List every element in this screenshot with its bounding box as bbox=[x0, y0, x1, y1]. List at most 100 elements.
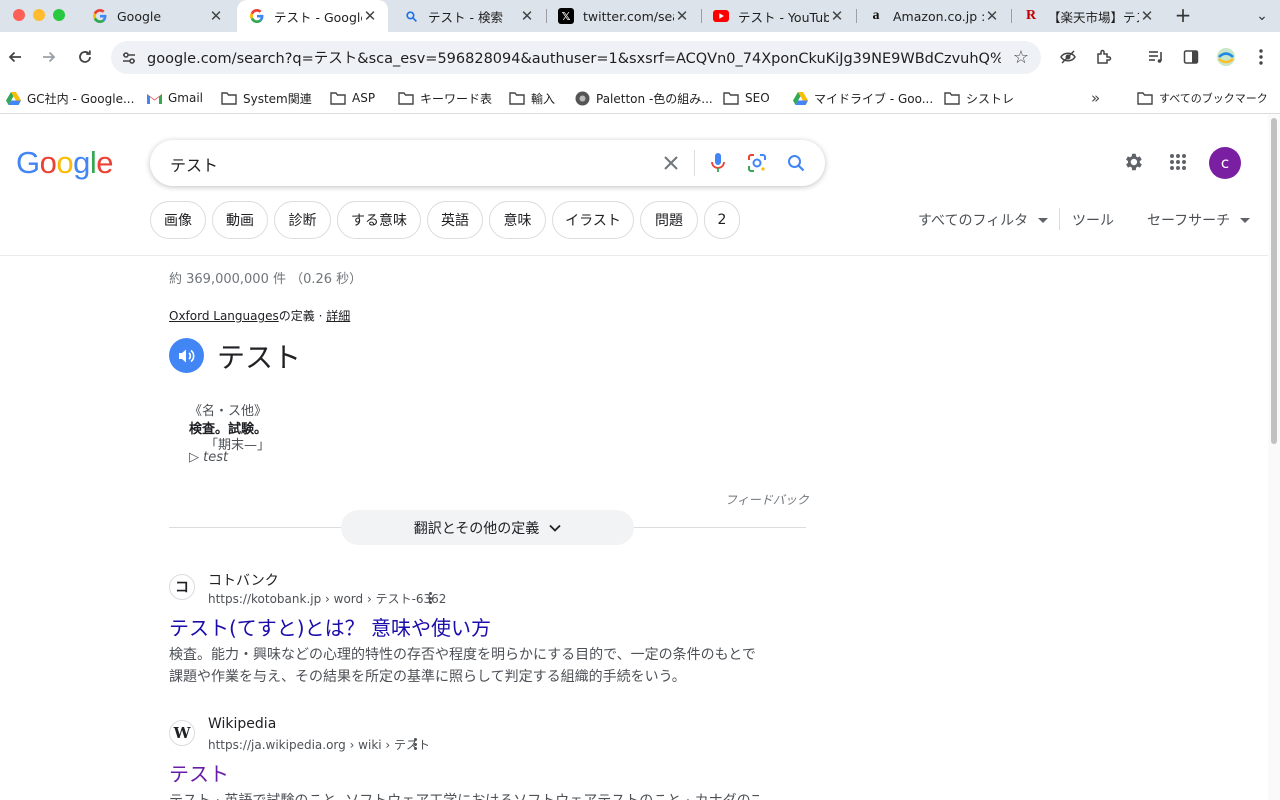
gmail-icon bbox=[146, 90, 162, 106]
google-logo[interactable]: Google bbox=[16, 145, 114, 181]
tab-search-chevron-icon[interactable]: ⌄ bbox=[1250, 4, 1274, 28]
bookmark-folder-seo[interactable]: SEO bbox=[723, 86, 770, 110]
chip-meaning-of-doing[interactable]: する意味 bbox=[337, 201, 421, 239]
url-text[interactable]: google.com/search?q=テスト&sca_esv=59682809… bbox=[147, 47, 1001, 68]
result-more-options-icon[interactable] bbox=[424, 590, 436, 606]
search-result-wikipedia: W Wikipedia https://ja.wikipedia.org › w… bbox=[169, 716, 769, 800]
bookmark-folder-asp[interactable]: ASP bbox=[330, 86, 375, 110]
rakuten-favicon-icon: R bbox=[1025, 8, 1037, 23]
chip-meaning[interactable]: 意味 bbox=[489, 201, 546, 239]
tab-close-icon[interactable]: ✕ bbox=[519, 7, 535, 25]
tab-close-icon[interactable]: ✕ bbox=[362, 7, 378, 25]
all-filters-button[interactable]: すべてのフィルタ bbox=[918, 210, 1049, 230]
new-tab-button[interactable]: + bbox=[1171, 4, 1195, 28]
wikipedia-favicon-icon: W bbox=[169, 720, 195, 746]
reload-button[interactable] bbox=[73, 45, 97, 69]
minimize-window-button[interactable] bbox=[33, 9, 45, 21]
tab-rakuten[interactable]: R 【楽天市場】テス ✕ bbox=[1011, 0, 1165, 32]
bookmark-label: Gmail bbox=[168, 91, 204, 105]
bookmark-gc-drive[interactable]: GC社内 - Google... bbox=[5, 86, 134, 110]
account-avatar[interactable]: c bbox=[1209, 147, 1241, 179]
tab-search[interactable]: テスト - 検索 ✕ bbox=[391, 0, 545, 32]
clear-search-icon[interactable] bbox=[659, 151, 683, 175]
extensions-puzzle-icon[interactable] bbox=[1093, 46, 1115, 68]
tab-close-icon[interactable]: ✕ bbox=[208, 7, 224, 25]
chevron-down-icon bbox=[549, 524, 561, 532]
feedback-link[interactable]: フィードバック bbox=[725, 491, 809, 508]
google-favicon-icon bbox=[92, 8, 108, 24]
tab-twitter[interactable]: 𝕏 twitter.com/sea ✕ bbox=[546, 0, 700, 32]
settings-gear-icon[interactable] bbox=[1121, 150, 1145, 174]
pronounce-button[interactable] bbox=[169, 338, 204, 373]
chip-videos[interactable]: 動画 bbox=[212, 201, 268, 239]
search-box[interactable]: テスト bbox=[150, 140, 825, 186]
bookmark-my-drive[interactable]: マイドライブ - Goo... bbox=[792, 86, 933, 110]
tab-title: テスト - 検索 bbox=[428, 9, 503, 25]
tab-google-search-active[interactable]: テスト - Google ✕ bbox=[237, 0, 388, 32]
bookmark-paletton[interactable]: Paletton -色の組み... bbox=[574, 86, 713, 110]
result-site-name[interactable]: コトバンク bbox=[208, 570, 279, 590]
google-apps-grid-icon[interactable] bbox=[1166, 150, 1190, 174]
back-button[interactable] bbox=[3, 45, 27, 69]
safesearch-button[interactable]: セーフサーチ bbox=[1147, 210, 1251, 230]
chip-illustration[interactable]: イラスト bbox=[552, 201, 634, 239]
tab-close-icon[interactable]: ✕ bbox=[984, 7, 1000, 25]
tab-title: テスト - YouTub bbox=[738, 9, 829, 25]
result-stats: 約 369,000,000 件 （0.26 秒） bbox=[169, 272, 363, 287]
dictionary-source: Oxford Languagesの定義 · 詳細 bbox=[169, 307, 350, 324]
lens-search-icon[interactable] bbox=[745, 151, 769, 175]
page-scrollbar-thumb[interactable] bbox=[1271, 118, 1277, 444]
result-site-name[interactable]: Wikipedia bbox=[208, 716, 276, 732]
bookmark-folder-import[interactable]: 輸入 bbox=[509, 86, 555, 110]
folder-icon bbox=[509, 90, 525, 106]
dictionary-details-link[interactable]: 詳細 bbox=[326, 309, 350, 323]
tab-title: Google bbox=[117, 8, 162, 24]
media-control-icon[interactable] bbox=[1145, 46, 1167, 68]
bookmark-folder-systre[interactable]: シストレ bbox=[944, 86, 1014, 110]
profile-avatar-icon[interactable] bbox=[1215, 46, 1237, 68]
result-url[interactable]: https://kotobank.jp › word › テスト-6362 bbox=[208, 590, 446, 607]
bookmark-label: キーワード表 bbox=[420, 91, 493, 106]
forward-button[interactable] bbox=[37, 45, 61, 69]
tab-amazon[interactable]: a Amazon.co.jp : ✕ bbox=[856, 0, 1010, 32]
result-more-options-icon[interactable] bbox=[409, 736, 421, 752]
result-snippet: テスト · 英語で試験のこと. ソフトウェア工学におけるソフトウェアテストのこと… bbox=[169, 790, 759, 800]
zoom-window-button[interactable] bbox=[53, 9, 65, 21]
voice-search-icon[interactable] bbox=[706, 151, 730, 175]
bookmark-all-folder[interactable]: すべてのブックマーク bbox=[1137, 86, 1268, 110]
tab-close-icon[interactable]: ✕ bbox=[1139, 7, 1155, 25]
bookmark-label: GC社内 - Google... bbox=[27, 91, 135, 106]
result-title-link[interactable]: テスト(てすと)とは？ 意味や使い方 bbox=[169, 612, 491, 641]
bookmark-gmail[interactable]: Gmail bbox=[146, 86, 203, 110]
chip-problems[interactable]: 問題 bbox=[640, 201, 698, 239]
tab-close-icon[interactable]: ✕ bbox=[829, 7, 845, 25]
tools-button[interactable]: ツール bbox=[1072, 210, 1114, 230]
chip-english[interactable]: 英語 bbox=[427, 201, 483, 239]
chip-diagnosis[interactable]: 診断 bbox=[274, 201, 331, 239]
chip-images[interactable]: 画像 bbox=[150, 201, 206, 239]
site-info-icon[interactable] bbox=[111, 50, 147, 66]
more-definitions-button[interactable]: 翻訳とその他の定義 bbox=[341, 510, 634, 545]
folder-icon bbox=[398, 90, 414, 106]
google-favicon-icon bbox=[249, 8, 265, 24]
result-title-link[interactable]: テスト bbox=[169, 758, 229, 787]
tab-title: テスト - Google bbox=[274, 9, 362, 25]
bookmarks-overflow-chevron-icon[interactable]: » bbox=[1091, 86, 1100, 110]
extension-eye-icon[interactable] bbox=[1057, 46, 1079, 68]
tab-youtube[interactable]: テスト - YouTub ✕ bbox=[701, 0, 855, 32]
tab-google[interactable]: Google ✕ bbox=[80, 0, 234, 32]
dropdown-caret-icon bbox=[1240, 217, 1251, 223]
bookmark-folder-system[interactable]: System関連 bbox=[221, 86, 312, 110]
bookmark-folder-keywords[interactable]: キーワード表 bbox=[398, 86, 492, 110]
tab-close-icon[interactable]: ✕ bbox=[674, 7, 690, 25]
bookmark-star-icon[interactable]: ☆ bbox=[1001, 47, 1041, 68]
close-window-button[interactable] bbox=[13, 9, 25, 21]
address-bar[interactable]: google.com/search?q=テスト&sca_esv=59682809… bbox=[111, 41, 1041, 74]
result-url[interactable]: https://ja.wikipedia.org › wiki › テスト bbox=[208, 736, 430, 753]
chrome-menu-icon[interactable] bbox=[1250, 46, 1272, 68]
oxford-languages-link[interactable]: Oxford Languages bbox=[169, 309, 279, 323]
search-submit-icon[interactable] bbox=[784, 151, 808, 175]
chip-2[interactable]: 2 bbox=[704, 201, 740, 239]
search-query[interactable]: テスト bbox=[170, 152, 218, 176]
side-panel-icon[interactable] bbox=[1180, 46, 1202, 68]
